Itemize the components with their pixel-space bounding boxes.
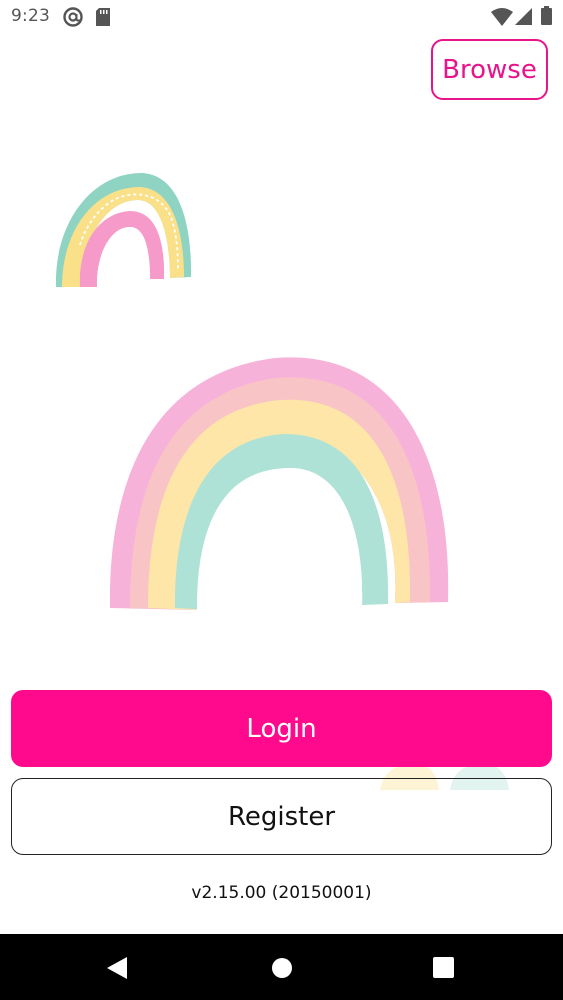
status-bar: 9:23 [0, 0, 563, 34]
app-version: v2.15.00 (20150001) [191, 883, 372, 903]
login-button[interactable]: Login [11, 690, 552, 767]
sd-card-icon [96, 8, 110, 30]
welcome-screen: 9:23 Browse Login Register v2.15.00 (201… [0, 0, 563, 1000]
large-rainbow-illustration [100, 350, 460, 615]
home-icon[interactable] [271, 957, 293, 983]
battery-icon [541, 6, 552, 29]
recents-icon[interactable] [433, 957, 454, 982]
status-time: 9:23 [11, 6, 50, 26]
register-button[interactable]: Register [11, 778, 552, 855]
at-sign-icon [62, 6, 84, 32]
small-rainbow-illustration [50, 165, 200, 295]
browse-button[interactable]: Browse [431, 39, 548, 100]
back-icon[interactable] [106, 956, 128, 984]
cell-signal-icon [515, 8, 532, 29]
system-navigation-bar [0, 934, 563, 1000]
wifi-icon [491, 8, 513, 30]
